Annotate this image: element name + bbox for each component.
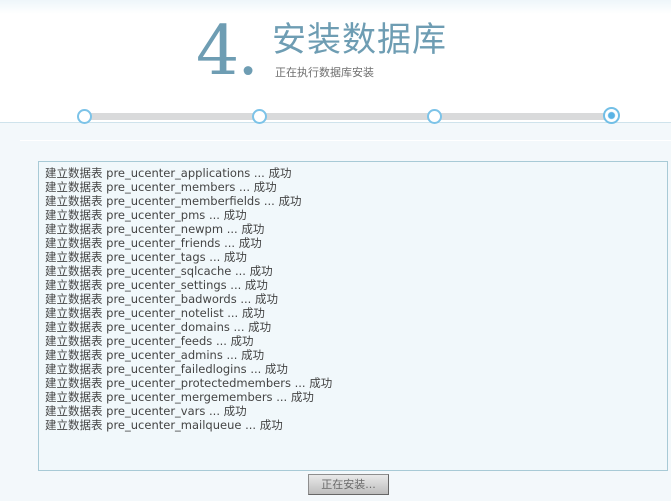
progress-step-1 — [77, 109, 92, 124]
log-line: 建立数据表 pre_ucenter_admins ... 成功 — [45, 348, 265, 362]
log-line: 建立数据表 pre_ucenter_newpm ... 成功 — [45, 222, 265, 236]
progress-track — [84, 113, 612, 120]
log-line: 建立数据表 pre_ucenter_memberfields ... 成功 — [45, 194, 302, 208]
log-line: 建立数据表 pre_ucenter_friends ... 成功 — [45, 236, 262, 250]
log-line: 建立数据表 pre_ucenter_badwords ... 成功 — [45, 292, 278, 306]
log-line: 建立数据表 pre_ucenter_failedlogins ... 成功 — [45, 362, 288, 376]
install-log[interactable]: 建立数据表 pre_ucenter_applications ... 成功 建立… — [38, 161, 668, 471]
page-title: 安装数据库 — [272, 20, 447, 60]
log-line: 建立数据表 pre_ucenter_vars ... 成功 — [45, 404, 247, 418]
log-line: 建立数据表 pre_ucenter_feeds ... 成功 — [45, 334, 254, 348]
progress-step-3 — [427, 109, 442, 124]
progress-step-2 — [252, 109, 267, 124]
page-subtitle: 正在执行数据库安装 — [275, 66, 374, 79]
installing-button[interactable]: 正在安装... — [308, 474, 389, 495]
step-number: 4. — [196, 12, 259, 91]
divider — [20, 140, 671, 141]
log-line: 建立数据表 pre_ucenter_applications ... 成功 — [45, 166, 292, 180]
log-line: 建立数据表 pre_ucenter_sqlcache ... 成功 — [45, 264, 273, 278]
progress-step-4-current — [603, 107, 620, 124]
log-line: 建立数据表 pre_ucenter_members ... 成功 — [45, 180, 277, 194]
log-line: 建立数据表 pre_ucenter_domains ... 成功 — [45, 320, 272, 334]
log-line: 建立数据表 pre_ucenter_mailqueue ... 成功 — [45, 418, 283, 432]
log-line: 建立数据表 pre_ucenter_pms ... 成功 — [45, 208, 247, 222]
log-line: 建立数据表 pre_ucenter_tags ... 成功 — [45, 250, 247, 264]
log-line: 建立数据表 pre_ucenter_settings ... 成功 — [45, 278, 268, 292]
log-line: 建立数据表 pre_ucenter_notelist ... 成功 — [45, 306, 265, 320]
log-line: 建立数据表 pre_ucenter_protectedmembers ... 成… — [45, 376, 333, 390]
log-line: 建立数据表 pre_ucenter_mergemembers ... 成功 — [45, 390, 314, 404]
install-header: 4. 安装数据库 正在执行数据库安装 — [0, 0, 671, 123]
